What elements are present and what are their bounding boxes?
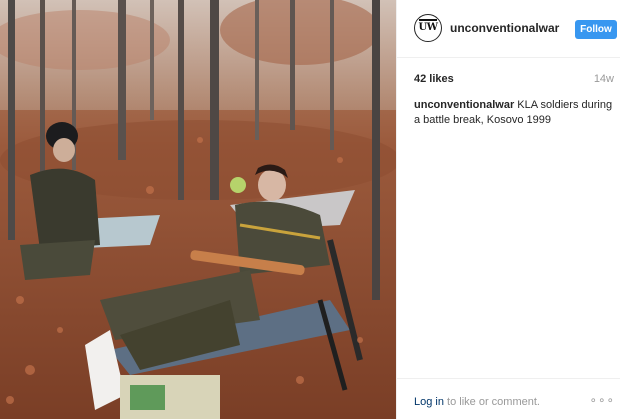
- likes-count[interactable]: 42 likes: [414, 73, 454, 85]
- instagram-post: UW unconventionalwar Follow 42 likes 14w…: [0, 0, 620, 419]
- post-header: UW unconventionalwar Follow: [397, 0, 620, 58]
- username-link[interactable]: unconventionalwar: [450, 21, 559, 35]
- login-prompt: Log in to like or comment.: [414, 396, 540, 408]
- photo-image: [0, 0, 396, 419]
- more-options-icon[interactable]: ∘∘∘: [589, 393, 615, 407]
- follow-button[interactable]: Follow: [575, 20, 617, 39]
- uw-logo-text: UW: [418, 22, 438, 33]
- post-sidebar: UW unconventionalwar Follow 42 likes 14w…: [396, 0, 620, 419]
- login-suffix: to like or comment.: [443, 396, 540, 408]
- login-link[interactable]: Log in: [414, 396, 444, 408]
- post-photo[interactable]: [0, 0, 396, 419]
- caption: unconventionalwar KLA soldiers during a …: [414, 98, 614, 128]
- uw-logo-bar: [419, 19, 437, 21]
- avatar[interactable]: UW: [414, 14, 442, 42]
- caption-username[interactable]: unconventionalwar: [414, 99, 514, 111]
- post-age[interactable]: 14w: [594, 73, 614, 85]
- post-footer: Log in to like or comment. ∘∘∘: [397, 378, 620, 419]
